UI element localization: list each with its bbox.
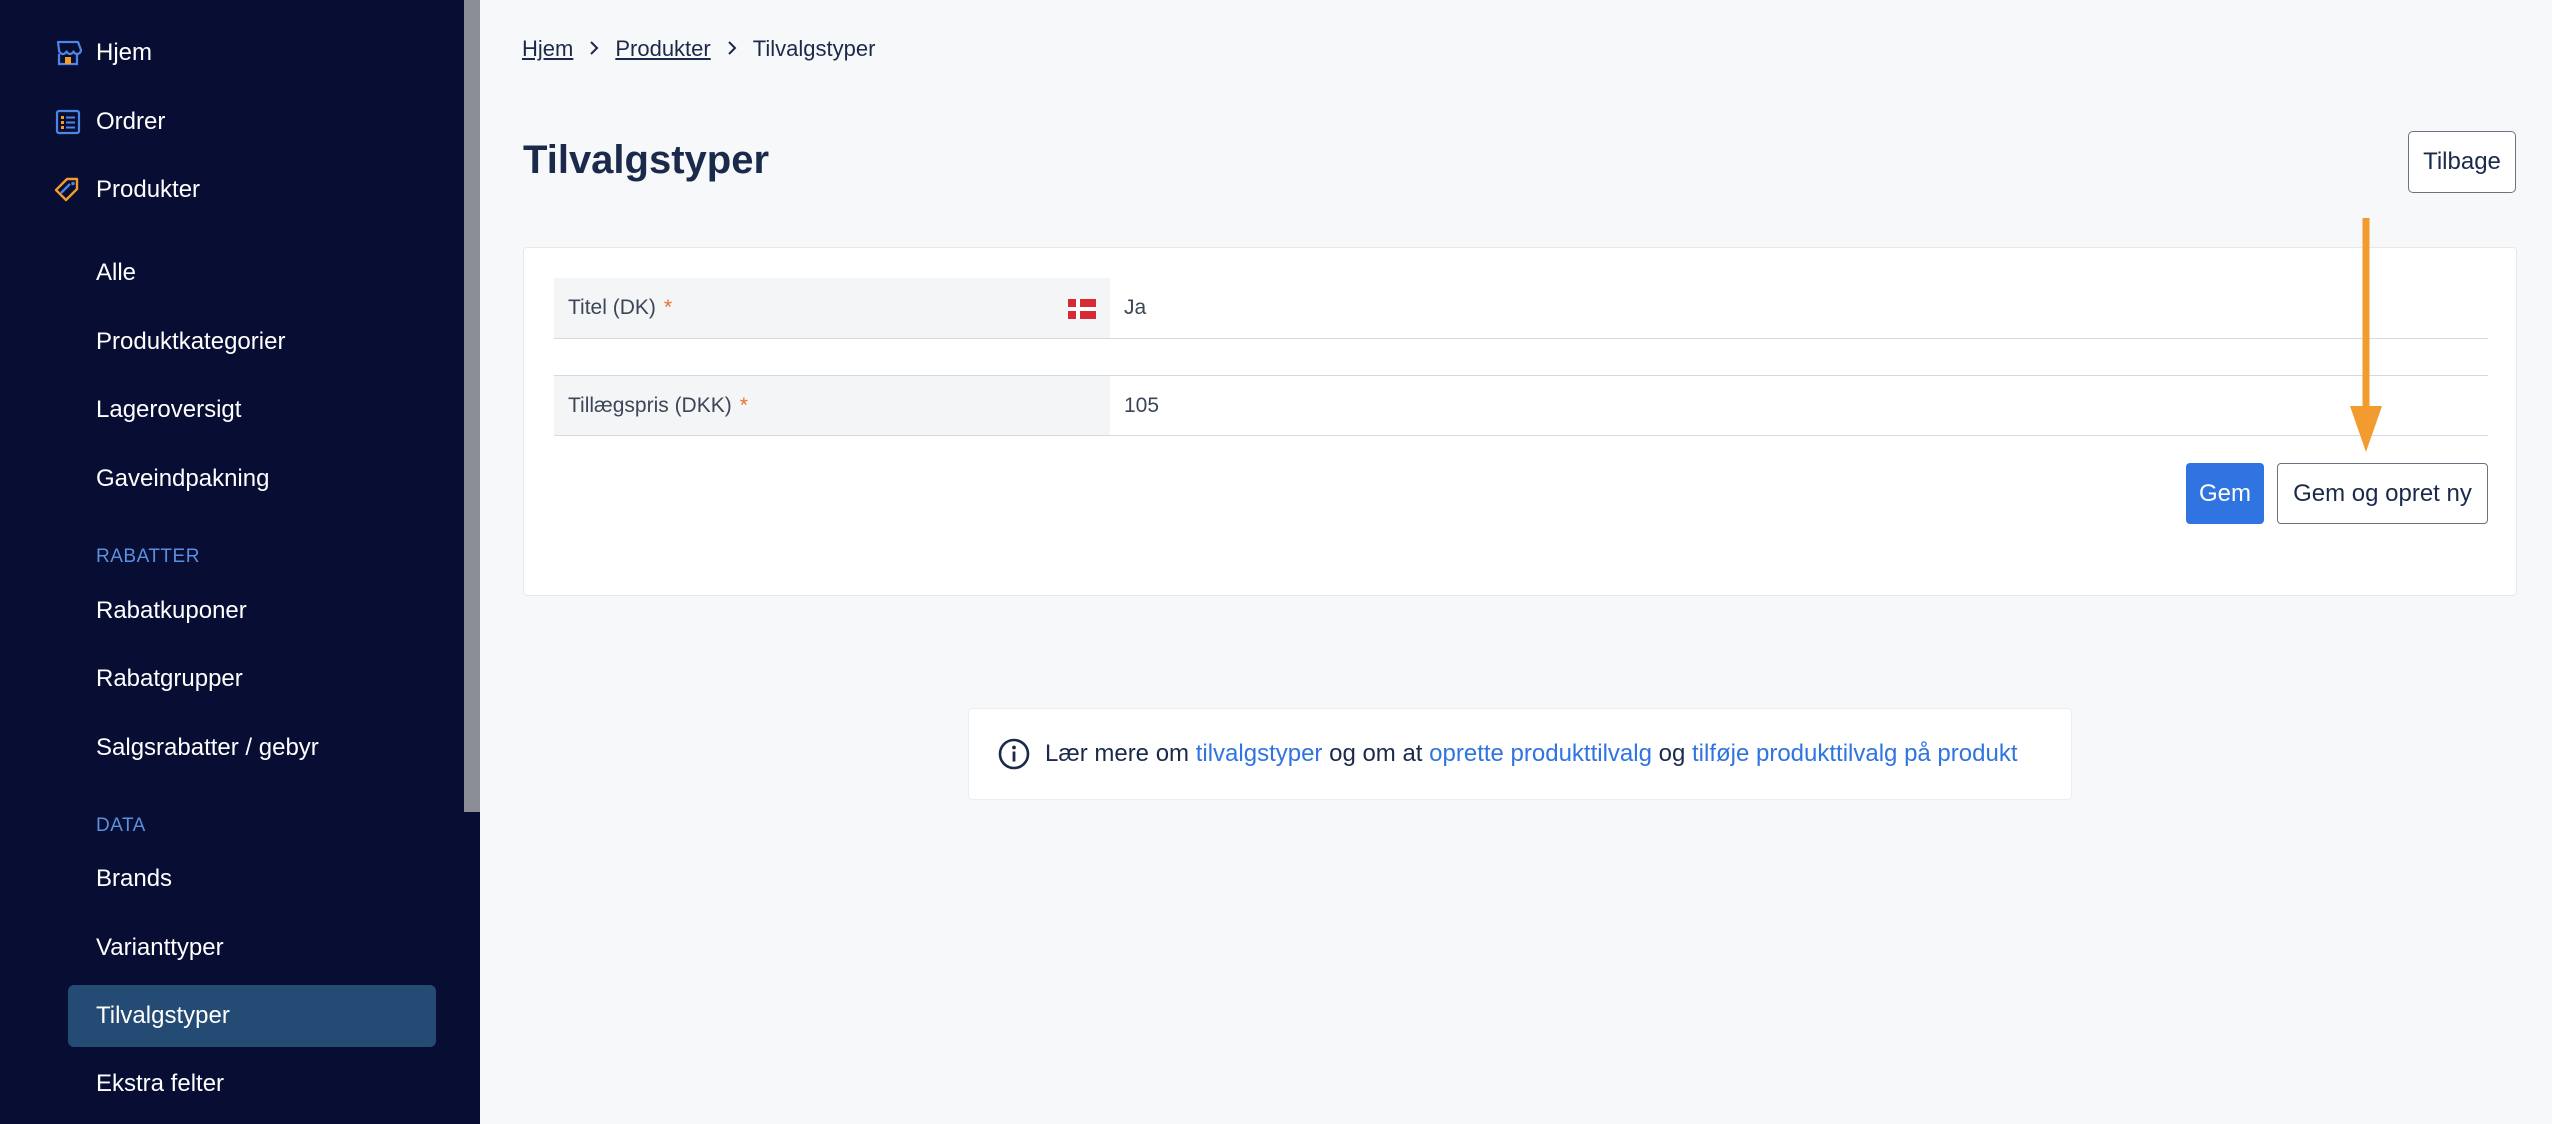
sidebar-item-products[interactable]: Produkter [52,170,200,210]
chevron-right-icon [589,39,599,60]
sidebar-item-option-types[interactable]: Tilvalgstyper [68,985,436,1047]
sidebar-item-label: Produkter [96,176,201,203]
required-mark: * [663,296,673,319]
chevron-right-icon [727,39,737,60]
field-label-text: Tillægspris (DKK) [568,393,732,417]
sidebar-item-all[interactable]: Alle [68,242,436,304]
info-icon [997,737,1031,771]
back-button[interactable]: Tilbage [2408,131,2516,193]
sidebar-item-gift-wrapping[interactable]: Gaveindpakning [68,448,436,510]
link-option-types[interactable]: tilvalgstyper [1196,740,1323,768]
sidebar-item-inventory[interactable]: Lageroversigt [68,379,436,441]
sidebar-item-home[interactable]: Hjem [52,33,152,73]
breadcrumb: Hjem Produkter Tilvalgstyper [522,36,875,62]
required-mark: * [739,393,748,417]
info-text: Lær mere om [1045,740,1196,767]
form-row-price: Tillægspris (DKK) * 105 [554,375,2488,436]
tag-icon [52,174,84,206]
price-input[interactable]: 105 [1110,376,2488,435]
breadcrumb-current: Tilvalgstyper [752,36,876,61]
field-label-title: Titel (DK) * [554,278,1110,338]
link-create-product-options[interactable]: oprette produkttilvalg [1429,740,1652,768]
sidebar-item-variant-types[interactable]: Varianttyper [68,917,436,979]
field-label-price: Tillægspris (DKK) * [554,376,1110,435]
sidebar-scrollbar[interactable] [464,0,480,812]
sidebar-item-coupons[interactable]: Rabatkuponer [68,580,436,642]
sidebar-item-label: Hjem [96,39,153,66]
breadcrumb-home-link[interactable]: Hjem [522,36,573,62]
sidebar-item-product-categories[interactable]: Produktkategorier [68,311,436,373]
title-input[interactable]: Ja [1110,278,2488,338]
page-title: Tilvalgstyper [523,138,770,182]
sidebar-section-data: DATA [96,815,146,836]
help-info-box: Lær mere om tilvalgstyper og om at opret… [968,708,2072,800]
sidebar-item-orders[interactable]: Ordrer [52,102,165,142]
save-button[interactable]: Gem [2186,463,2264,524]
info-text: og [1651,740,1692,767]
orders-list-icon [52,106,84,138]
link-add-options-to-product[interactable]: tilføje produkttilvalg på produkt [1692,740,2018,768]
save-and-create-new-button[interactable]: Gem og opret ny [2277,463,2488,524]
sidebar-item-label: Ordrer [96,108,166,135]
sidebar-section-discounts: RABATTER [96,546,200,567]
sidebar-item-sales-discounts[interactable]: Salgsrabatter / gebyr [68,717,436,779]
danish-flag-icon [1068,299,1096,319]
sidebar-item-discount-groups[interactable]: Rabatgrupper [68,648,436,710]
sidebar-item-brands[interactable]: Brands [68,848,436,910]
info-text: og om at [1322,740,1430,767]
store-icon [52,37,84,69]
sidebar: Hjem Ordrer Produkter Alle Produktkatego… [0,0,480,1124]
form-card: Titel (DK) * Ja Tillægspris (DKK) * 105 … [523,247,2517,596]
field-label-text: Titel (DK) [568,296,656,319]
sidebar-item-extra-fields[interactable]: Ekstra felter [68,1053,436,1115]
annotation-arrow-icon [2350,218,2382,452]
form-row-title: Titel (DK) * Ja [554,278,2488,339]
breadcrumb-products-link[interactable]: Produkter [615,36,710,62]
